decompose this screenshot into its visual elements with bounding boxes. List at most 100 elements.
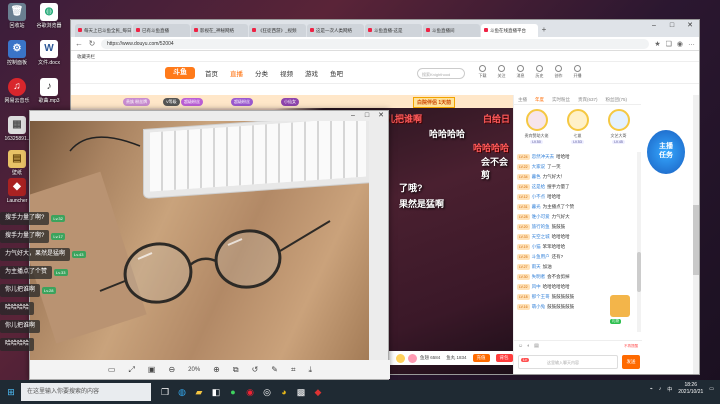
taskbar-search-input[interactable]: 在这里输入你要搜索的内容 <box>21 383 151 401</box>
tab-fanclub[interactable]: 粉丝团(75) <box>606 97 628 102</box>
start-icon[interactable]: ⊞ <box>4 385 18 399</box>
edit-icon[interactable]: ✎ <box>271 365 278 374</box>
history-icon[interactable]: 历史 <box>534 65 545 79</box>
volume-icon[interactable]: ♪ <box>659 386 662 392</box>
chat-username[interactable]: 天空之城 <box>532 234 550 239</box>
browser-tab[interactable]: 《狂徒西游》_视频 <box>249 24 306 37</box>
site-logo[interactable]: 斗鱼 <box>165 66 195 79</box>
zoom-out-icon[interactable]: ⊖ <box>168 365 175 374</box>
broadcast-icon[interactable]: 开播 <box>572 65 583 79</box>
chat-username[interactable]: 萌小兔 <box>532 304 546 309</box>
follow-icon[interactable]: 关注 <box>496 65 507 79</box>
backpack-button[interactable]: 背包 <box>495 354 513 362</box>
music-app-icon[interactable]: ◉ <box>243 385 257 399</box>
site-search-input[interactable]: 搜索Knighthood <box>417 68 465 79</box>
page-scrollbar[interactable] <box>693 95 699 374</box>
chrome-icon[interactable]: ◕ <box>277 385 291 399</box>
maximize-icon[interactable]: □ <box>360 111 374 121</box>
desktop-icon-music[interactable]: ♫ 网易云音乐 <box>0 78 34 104</box>
nav-live[interactable]: 直播 <box>230 68 243 78</box>
rank-item[interactable]: 七崽 LV.53 <box>563 109 593 147</box>
back-icon[interactable]: ← <box>75 39 83 48</box>
create-icon[interactable]: 创作 <box>553 65 564 79</box>
slideshow-icon[interactable]: ▭ <box>108 365 116 374</box>
chat-username[interactable]: 暮光 <box>532 204 541 209</box>
gift-icon[interactable] <box>408 353 417 363</box>
chat-username[interactable]: 暮色 <box>532 174 541 179</box>
chat-username[interactable]: 那个王哥 <box>532 294 550 299</box>
browser-tab[interactable]: 这是一次人类网络 <box>307 24 364 37</box>
close-icon[interactable]: ✕ <box>374 111 388 121</box>
save-icon[interactable]: ⤓ <box>309 365 313 375</box>
browser-tab[interactable]: 每天上已斗鱼全民_每日 <box>75 24 132 37</box>
recharge-button[interactable]: 充值 <box>472 354 490 362</box>
send-button[interactable]: 发送 <box>622 355 640 369</box>
fit-window-icon[interactable]: ⤢ <box>128 365 134 375</box>
profile-icon[interactable]: ◉ <box>677 40 683 48</box>
zoom-in-icon[interactable]: ⊕ <box>213 365 220 374</box>
browser-tab-active[interactable]: 斗鱼在线直播平台 <box>481 24 538 37</box>
language-indicator[interactable]: 中 <box>667 386 672 393</box>
close-icon[interactable]: ✕ <box>681 20 699 32</box>
tab-vip[interactable]: 贵宾(637) <box>578 97 598 102</box>
collections-icon[interactable]: ❏ <box>666 40 672 48</box>
anchor-task-badge[interactable]: 主播 任务 <box>647 130 685 174</box>
steam-icon[interactable]: ◎ <box>260 385 274 399</box>
url-input[interactable]: https://www.douyu.com/52004 <box>101 38 650 49</box>
browser-tab[interactable]: 斗鱼直播-这是 <box>365 24 422 37</box>
color-icon[interactable]: ◐ <box>527 343 530 349</box>
download-icon[interactable]: 下载 <box>477 65 488 79</box>
message-icon[interactable]: 消息 <box>515 65 526 79</box>
photos-icon[interactable]: ▩ <box>294 385 308 399</box>
actual-size-icon[interactable]: ▣ <box>148 365 156 374</box>
gift-icon[interactable] <box>396 353 405 363</box>
tab-anchor[interactable]: 主播 <box>518 97 527 102</box>
chat-scrollbar[interactable] <box>637 152 641 332</box>
chat-username[interactable]: 斗鱼用户 <box>532 254 550 259</box>
rotate-left-icon[interactable]: ↺ <box>252 365 259 374</box>
nav-video[interactable]: 视频 <box>280 68 293 78</box>
chat-input[interactable]: 这里输入聊天内容 <box>518 355 618 369</box>
chat-username[interactable]: 谁小可爱 <box>532 214 550 219</box>
game-icon[interactable]: ◆ <box>311 385 325 399</box>
desktop-icon-chrome[interactable]: ◍ 谷歌浏览器 <box>32 3 66 29</box>
chat-username[interactable]: 小猫 <box>532 244 541 249</box>
browser-tab[interactable]: 已有斗鱼直播 <box>133 24 190 37</box>
tab-realtime[interactable]: 实时粉丝 <box>552 97 570 102</box>
refresh-icon[interactable]: ↻ <box>88 39 96 48</box>
rank-item[interactable]: 文艺大哥 LV.45 <box>604 109 634 147</box>
chat-username[interactable]: 忽然冲天去 <box>532 154 555 159</box>
one-to-one-icon[interactable]: ⧉ <box>233 365 239 375</box>
ad-toggle[interactable]: 不再提醒 <box>624 344 638 349</box>
desktop-icon-recycle[interactable]: 🗑 回收站 <box>0 3 34 29</box>
browser-tab[interactable]: 影视在_神秘网络 <box>191 24 248 37</box>
bookmarks-bar[interactable]: 收藏夹栏 <box>71 51 699 62</box>
browser-tab[interactable]: 斗鱼直播间 <box>423 24 480 37</box>
minimize-icon[interactable]: – <box>346 111 360 121</box>
desktop-icon-control[interactable]: ⚙ 控制面板 <box>0 40 34 66</box>
more-icon[interactable]: … <box>688 40 695 48</box>
explorer-icon[interactable]: ▰ <box>192 385 206 399</box>
nav-home[interactable]: 首页 <box>205 68 218 78</box>
nav-fishbar[interactable]: 鱼吧 <box>330 68 343 78</box>
minimize-icon[interactable]: – <box>645 20 663 32</box>
store-icon[interactable]: ◧ <box>209 385 223 399</box>
chat-username[interactable]: 失明者 <box>532 274 546 279</box>
edge-icon[interactable]: ◍ <box>175 385 189 399</box>
star-icon[interactable]: ★ <box>654 40 660 48</box>
chat-username[interactable]: 小不点 <box>532 194 546 199</box>
rank-item[interactable]: 贵宾赞助大佬 LV.50 <box>522 109 552 147</box>
network-icon[interactable]: ⌁ <box>650 386 653 392</box>
nav-game[interactable]: 游戏 <box>305 68 318 78</box>
task-view-icon[interactable]: ❐ <box>158 385 172 399</box>
nav-category[interactable]: 分类 <box>255 68 268 78</box>
desktop-icon-mp3[interactable]: ♪ 歌曲.mp3 <box>32 78 66 104</box>
new-tab-button[interactable]: + <box>539 24 549 37</box>
barrage-icon[interactable]: ▤ <box>534 343 539 349</box>
chat-username[interactable]: 这是给 <box>532 184 546 189</box>
crop-icon[interactable]: ⌗ <box>291 365 296 375</box>
tab-yearly[interactable]: 年度 <box>535 97 544 102</box>
clock[interactable]: 18:26 2021/10/21 <box>678 382 703 396</box>
chat-app-icon[interactable]: ● <box>226 385 240 399</box>
desktop-icon-doc[interactable]: W 文件.docx <box>32 40 66 66</box>
